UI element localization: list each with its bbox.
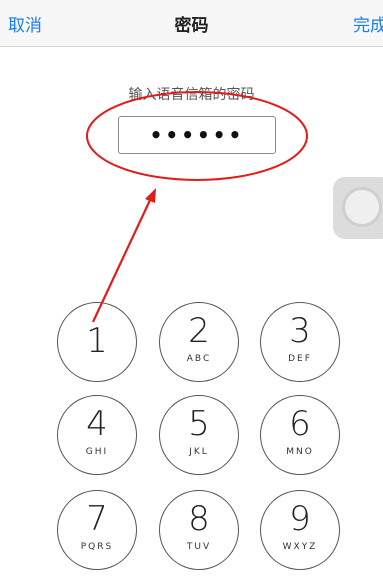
- password-prompt: 输入语音信箱的密码: [128, 87, 255, 103]
- key-9[interactable]: 9 WXYZ: [260, 490, 340, 570]
- key-digit: 1: [86, 321, 108, 361]
- key-letters: TUV: [186, 542, 212, 552]
- annotation-arrow-head: [145, 188, 156, 203]
- key-6[interactable]: 6 MNO: [260, 395, 340, 475]
- key-7[interactable]: 7 PQRS: [57, 490, 137, 570]
- key-digit: 9: [289, 499, 311, 539]
- key-1[interactable]: 1: [57, 302, 137, 382]
- key-digit: 6: [289, 404, 311, 444]
- assistive-touch-button[interactable]: [333, 177, 383, 239]
- key-letters: ABC: [186, 354, 212, 364]
- assistive-touch-icon: [342, 187, 382, 227]
- password-field[interactable]: ••••••: [118, 116, 276, 154]
- key-letters: WXYZ: [282, 542, 318, 552]
- page-title: 密码: [174, 16, 209, 36]
- key-letters: JKL: [189, 447, 209, 457]
- key-letters: DEF: [288, 354, 312, 364]
- done-button[interactable]: 完成: [353, 11, 383, 36]
- key-digit: 5: [188, 404, 210, 444]
- key-digit: 8: [188, 499, 210, 539]
- key-8[interactable]: 8 TUV: [159, 490, 239, 570]
- key-2[interactable]: 2 ABC: [159, 302, 239, 382]
- key-digit: 4: [86, 404, 108, 444]
- key-letters: PQRS: [80, 542, 114, 552]
- password-value: ••••••: [149, 123, 245, 147]
- key-letters: GHI: [85, 447, 109, 457]
- navigation-bar: 取消 密码 完成: [0, 0, 383, 47]
- key-letters: MNO: [286, 447, 314, 457]
- key-5[interactable]: 5 JKL: [159, 395, 239, 475]
- key-4[interactable]: 4 GHI: [57, 395, 137, 475]
- key-digit: 3: [289, 311, 311, 351]
- key-digit: 7: [86, 499, 108, 539]
- key-3[interactable]: 3 DEF: [260, 302, 340, 382]
- key-digit: 2: [188, 311, 210, 351]
